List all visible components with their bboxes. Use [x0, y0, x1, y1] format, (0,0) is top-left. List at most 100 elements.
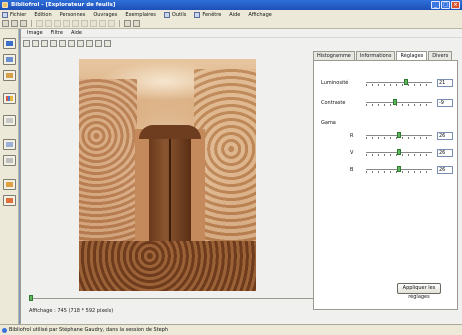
crop-icon[interactable] [77, 40, 84, 47]
left-toolbar [0, 29, 19, 324]
loan-button[interactable] [3, 115, 16, 126]
contraste-label: Contraste [321, 100, 346, 106]
minimize-button[interactable]: _ [431, 1, 440, 9]
v-thumb[interactable] [397, 149, 401, 155]
image-toolbar [23, 40, 111, 47]
paste-icon[interactable] [72, 20, 79, 27]
flip-horizontal-icon[interactable] [59, 40, 66, 47]
file-icon [2, 11, 8, 18]
gamma-label: Gama [321, 120, 336, 126]
catalog-icon [6, 41, 13, 46]
zoom-slider-thumb[interactable] [29, 295, 33, 301]
history-icon [6, 182, 13, 187]
tab-divers[interactable]: Divers [428, 51, 453, 60]
open-image-icon[interactable] [23, 40, 30, 47]
resize-icon[interactable] [86, 40, 93, 47]
toolbar-separator [31, 20, 32, 27]
rotate-left-icon[interactable] [41, 40, 48, 47]
menu-fichier[interactable]: Fichier [2, 11, 26, 18]
contraste-slider[interactable] [366, 99, 432, 107]
document-area: Image Filtre Aide Affichage : 745 (718 *… [20, 29, 462, 324]
luminosite-slider[interactable] [366, 79, 432, 87]
cut-icon[interactable] [54, 20, 61, 27]
menu-aide[interactable]: Aide [229, 12, 240, 18]
submenu-aide[interactable]: Aide [71, 30, 82, 36]
menu-exemplaires[interactable]: Exemplaires [125, 12, 156, 18]
menu-edition[interactable]: Edition [34, 12, 51, 18]
v-label: V [350, 150, 354, 156]
menu-personnes[interactable]: Personnes [60, 12, 86, 18]
menu-affichage[interactable]: Affichage [248, 12, 272, 18]
save-icon[interactable] [20, 20, 27, 27]
users-button[interactable] [3, 70, 16, 81]
history-button[interactable] [3, 179, 16, 190]
menu-fenetre[interactable]: Fenêtre [194, 11, 221, 18]
luminosite-thumb[interactable] [404, 79, 408, 85]
effects-icon[interactable] [104, 40, 111, 47]
close-button[interactable]: × [451, 1, 460, 9]
delete-icon[interactable] [81, 20, 88, 27]
r-label: R [350, 133, 354, 139]
search-icon [6, 57, 13, 62]
display-info: Affichage : 745 (718 * 592 pixels) [29, 308, 114, 314]
toolbar-separator [119, 20, 120, 27]
contraste-value[interactable]: -9 [437, 99, 453, 107]
maximize-button[interactable]: □ [441, 1, 450, 9]
save-image-icon[interactable] [32, 40, 39, 47]
r-slider[interactable] [366, 132, 432, 140]
filter-icon[interactable] [108, 20, 115, 27]
chart-icon [6, 96, 13, 101]
title-bar: Bibliofrol - [Explorateur de feuils] _ □… [0, 0, 462, 10]
luminosite-label: Luminosité [321, 80, 349, 86]
menu-bar: Fichier Edition Personnes Ouvrages Exemp… [0, 10, 462, 19]
b-thumb[interactable] [397, 166, 401, 172]
tab-informations[interactable]: Informations [355, 51, 396, 60]
window-tile-icon[interactable] [124, 20, 131, 27]
reglages-body: Luminosité 21 Contraste -9 Gama R 26 V 2… [313, 60, 458, 310]
tools-button[interactable] [3, 139, 16, 150]
contraste-thumb[interactable] [393, 99, 397, 105]
window-controls: _ □ × [431, 1, 460, 9]
flip-vertical-icon[interactable] [68, 40, 75, 47]
image-preview[interactable] [79, 59, 256, 291]
photo-arch [139, 125, 201, 139]
copy-icon[interactable] [63, 20, 70, 27]
stats-button[interactable] [3, 93, 16, 104]
submenu-image[interactable]: Image [27, 30, 43, 36]
window-title: Bibliofrol - [Explorateur de feuils] [11, 2, 116, 8]
new-icon[interactable] [2, 20, 9, 27]
photo-ground [79, 241, 256, 291]
print-icon[interactable] [36, 20, 43, 27]
b-slider[interactable] [366, 166, 432, 174]
undo-icon[interactable] [90, 20, 97, 27]
luminosite-value[interactable]: 21 [437, 79, 453, 87]
settings-button[interactable] [3, 155, 16, 166]
gear-icon [6, 158, 13, 163]
open-icon[interactable] [11, 20, 18, 27]
apply-settings-button[interactable]: Appliquer les réglages [397, 283, 441, 300]
sub-menu: Image Filtre Aide [21, 29, 462, 38]
menu-outils[interactable]: Outils [163, 11, 186, 18]
window-icon [194, 11, 201, 18]
r-value[interactable]: 26 [437, 132, 453, 140]
wrench-icon [6, 142, 13, 147]
preview-icon[interactable] [45, 20, 52, 27]
zoom-icon[interactable] [95, 40, 102, 47]
loan-icon [6, 118, 13, 123]
r-thumb[interactable] [397, 132, 401, 138]
rotate-right-icon[interactable] [50, 40, 57, 47]
catalog-button[interactable] [3, 38, 16, 49]
menu-ouvrages[interactable]: Ouvrages [93, 12, 117, 18]
window-cascade-icon[interactable] [133, 20, 140, 27]
modules-button[interactable] [3, 195, 16, 206]
v-slider[interactable] [366, 149, 432, 157]
app-icon [2, 2, 8, 8]
b-value[interactable]: 26 [437, 166, 453, 174]
slider-track [366, 82, 432, 83]
submenu-filtre[interactable]: Filtre [51, 30, 63, 36]
find-icon[interactable] [99, 20, 106, 27]
tab-histogramme[interactable]: Histogramme [313, 51, 355, 60]
tools-icon [163, 11, 170, 18]
v-value[interactable]: 26 [437, 149, 453, 157]
search-button[interactable] [3, 54, 16, 65]
